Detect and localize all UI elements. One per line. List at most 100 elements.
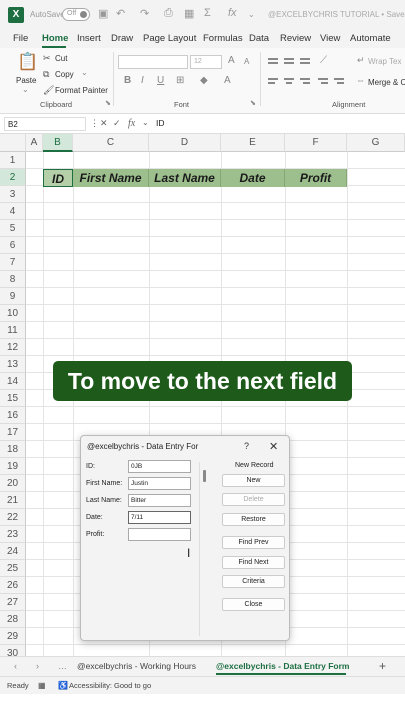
undo-icon[interactable]: ↶ (116, 7, 125, 20)
criteria-button[interactable]: Criteria (222, 575, 285, 588)
cut-icon[interactable]: ✂ (43, 53, 51, 64)
row-header-26[interactable]: 26 (0, 577, 26, 594)
autosum-icon[interactable]: Σ (204, 7, 211, 19)
formula-chevron-icon[interactable]: ⌄ (142, 118, 149, 127)
row-header-17[interactable]: 17 (0, 424, 26, 441)
wrap-text-button[interactable]: Wrap Tex (368, 57, 402, 66)
column-header-b[interactable]: B (43, 134, 73, 152)
underline-button[interactable]: U (157, 75, 164, 86)
paste-button[interactable]: Paste (16, 76, 36, 85)
confirm-entry-icon[interactable]: ✓ (113, 118, 121, 129)
font-name-select[interactable] (118, 55, 188, 69)
row-header-6[interactable]: 6 (0, 237, 26, 254)
profit-field[interactable] (128, 528, 191, 541)
tab-review[interactable]: Review (280, 33, 311, 44)
clipboard-launcher-icon[interactable]: ⬊ (105, 99, 111, 107)
accessibility-icon[interactable]: ♿ (58, 681, 68, 690)
more-options-icon[interactable]: ⋮ (90, 118, 99, 129)
customize-chevron-icon[interactable]: ⌄ (248, 10, 255, 19)
macro-record-icon[interactable]: ▦ (38, 681, 46, 690)
row-header-5[interactable]: 5 (0, 220, 26, 237)
tab-automate[interactable]: Automate (350, 33, 391, 44)
column-header-g[interactable]: G (347, 134, 405, 152)
function-icon[interactable]: fx (228, 7, 237, 19)
help-button[interactable]: ? (244, 441, 249, 451)
italic-button[interactable]: I (141, 75, 144, 86)
save-icon[interactable]: ▣ (98, 7, 108, 20)
column-header-d[interactable]: D (149, 134, 221, 152)
cut-button[interactable]: Cut (55, 54, 67, 63)
font-size-select[interactable]: 12 (190, 55, 222, 69)
copy-chevron-icon[interactable]: ⌄ (81, 68, 88, 77)
tab-file[interactable]: File (13, 33, 28, 44)
redo-icon[interactable]: ↷ (140, 7, 149, 20)
font-launcher-icon[interactable]: ⬊ (250, 99, 256, 107)
more-sheets-icon[interactable]: … (58, 661, 67, 671)
paste-chevron-icon[interactable]: ⌄ (22, 85, 29, 94)
tab-draw[interactable]: Draw (111, 33, 133, 44)
add-sheet-button[interactable]: + (379, 659, 386, 673)
row-header-11[interactable]: 11 (0, 322, 26, 339)
close-button[interactable]: Close (222, 598, 285, 611)
row-header-1[interactable]: 1 (0, 152, 26, 169)
new-button[interactable]: New (222, 474, 285, 487)
formula-input[interactable]: ID (156, 118, 165, 128)
row-header-9[interactable]: 9 (0, 288, 26, 305)
accessibility-status[interactable]: Accessibility: Good to go (69, 681, 151, 690)
bold-button[interactable]: B (124, 75, 131, 86)
tab-home[interactable]: Home (42, 33, 68, 44)
row-header-30[interactable]: 30 (0, 645, 26, 656)
decrease-font-icon[interactable]: A (244, 57, 249, 66)
wrap-text-icon[interactable]: ↵ (357, 55, 365, 66)
cancel-entry-icon[interactable]: ✕ (100, 118, 108, 129)
scroll-left-icon[interactable]: ‹ (14, 661, 17, 671)
cell-c2-first-name[interactable]: First Name (73, 169, 149, 187)
cell-f2-profit[interactable]: Profit (285, 169, 347, 187)
tab-page-layout[interactable]: Page Layout (143, 33, 196, 44)
restore-button[interactable]: Restore (222, 513, 285, 526)
first-name-field[interactable]: Justin (128, 477, 191, 490)
increase-font-icon[interactable]: A (228, 55, 235, 66)
row-header-12[interactable]: 12 (0, 339, 26, 356)
form-scrollbar[interactable] (203, 470, 206, 482)
row-header-2[interactable]: 2 (0, 169, 26, 186)
row-header-10[interactable]: 10 (0, 305, 26, 322)
borders-icon[interactable]: ⊞ (176, 75, 184, 86)
quick-access-icon[interactable]: ▦ (184, 7, 194, 20)
row-header-29[interactable]: 29 (0, 628, 26, 645)
autosave-toggle[interactable]: Off (62, 8, 90, 21)
row-header-28[interactable]: 28 (0, 611, 26, 628)
format-painter-icon[interactable]: 🖌 (43, 85, 54, 96)
find-next-button[interactable]: Find Next (222, 556, 285, 569)
sheet-tab-data-entry-form[interactable]: @excelbychris - Data Entry Form (216, 661, 349, 671)
merge-icon[interactable]: ⇔ (356, 75, 365, 85)
row-header-19[interactable]: 19 (0, 458, 26, 475)
name-box[interactable]: B2 (4, 117, 86, 131)
merge-center-button[interactable]: Merge & C (368, 78, 405, 87)
row-header-25[interactable]: 25 (0, 560, 26, 577)
id-field[interactable]: 0JB (128, 460, 191, 473)
cell-b2-id[interactable]: ID (43, 169, 73, 187)
row-header-24[interactable]: 24 (0, 543, 26, 560)
fill-color-icon[interactable]: ◆ (200, 75, 208, 86)
row-header-13[interactable]: 13 (0, 356, 26, 373)
row-header-14[interactable]: 14 (0, 373, 26, 390)
column-header-c[interactable]: C (73, 134, 149, 152)
orientation-icon[interactable]: ⟋ (320, 55, 327, 66)
date-field[interactable]: 7/11 (128, 511, 191, 524)
row-header-21[interactable]: 21 (0, 492, 26, 509)
row-header-22[interactable]: 22 (0, 509, 26, 526)
row-header-7[interactable]: 7 (0, 254, 26, 271)
font-color-icon[interactable]: A (224, 75, 231, 86)
delete-button[interactable]: Delete (222, 493, 285, 506)
tab-formulas[interactable]: Formulas (203, 33, 243, 44)
select-all-corner[interactable] (0, 134, 26, 152)
paste-icon[interactable]: 📋 (17, 52, 38, 72)
column-header-e[interactable]: E (221, 134, 285, 152)
last-name-field[interactable]: Bitter (128, 494, 191, 507)
row-header-3[interactable]: 3 (0, 186, 26, 203)
row-header-18[interactable]: 18 (0, 441, 26, 458)
tab-view[interactable]: View (320, 33, 340, 44)
copy-button[interactable]: Copy (55, 70, 74, 79)
print-icon[interactable]: ⎙ (164, 7, 173, 20)
